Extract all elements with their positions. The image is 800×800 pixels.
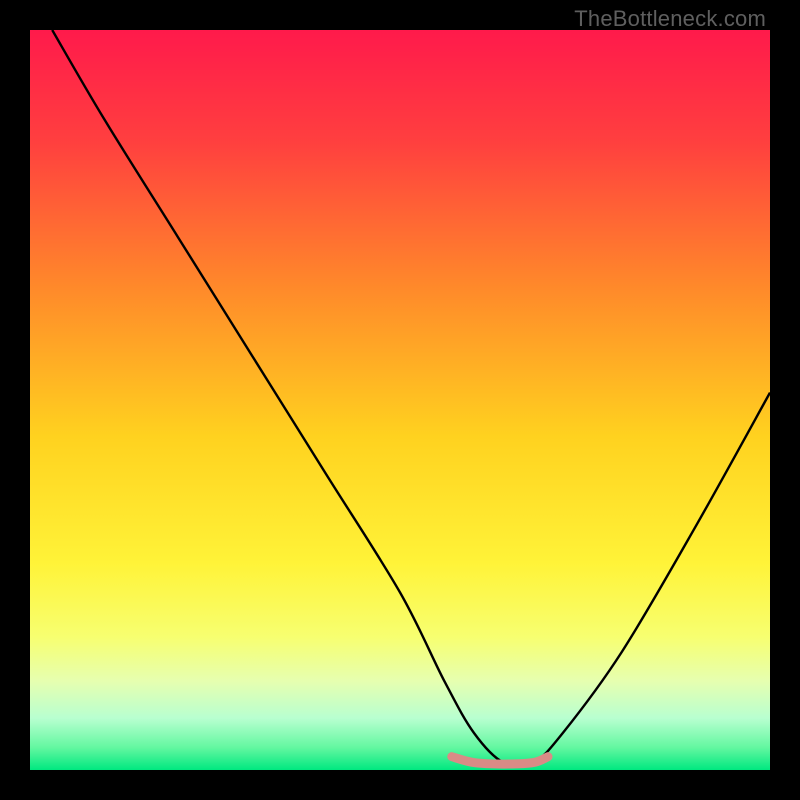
chart-svg (30, 30, 770, 770)
watermark-text: TheBottleneck.com (574, 6, 766, 32)
plot-area (30, 30, 770, 770)
outer-frame: TheBottleneck.com (0, 0, 800, 800)
gradient-background (30, 30, 770, 770)
